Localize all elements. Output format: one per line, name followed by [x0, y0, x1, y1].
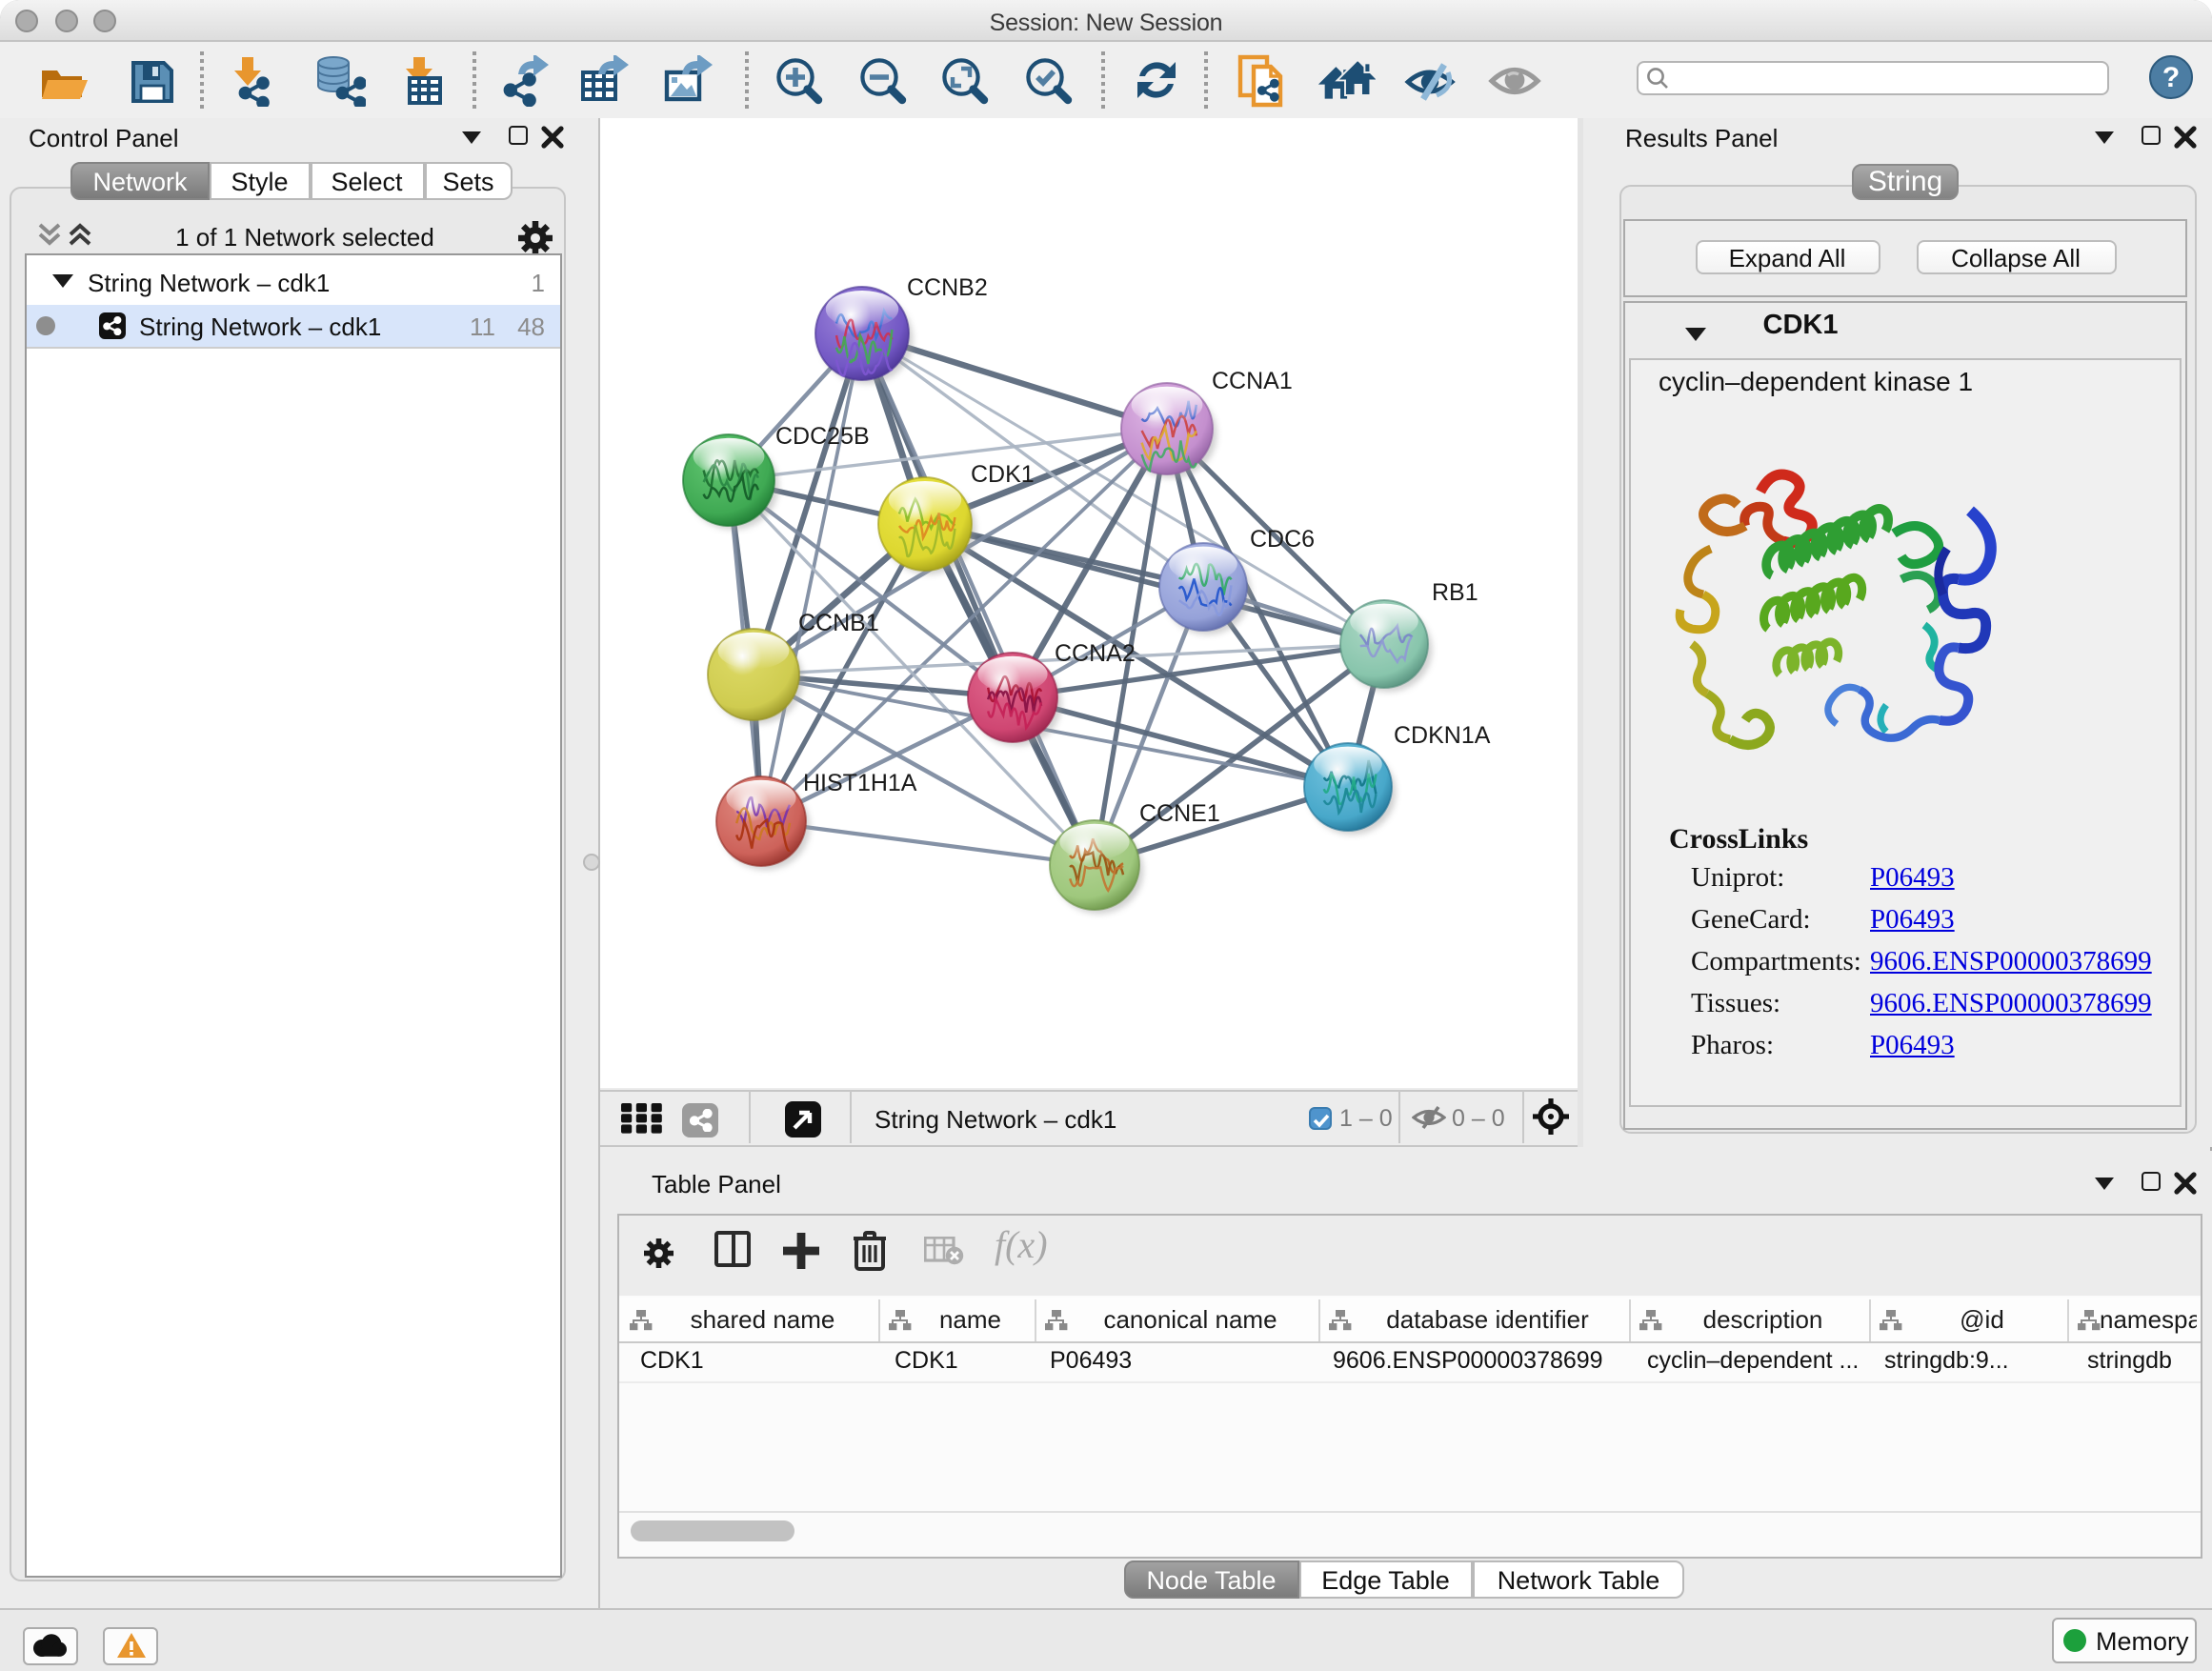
svg-text:?: ? [2162, 62, 2180, 93]
